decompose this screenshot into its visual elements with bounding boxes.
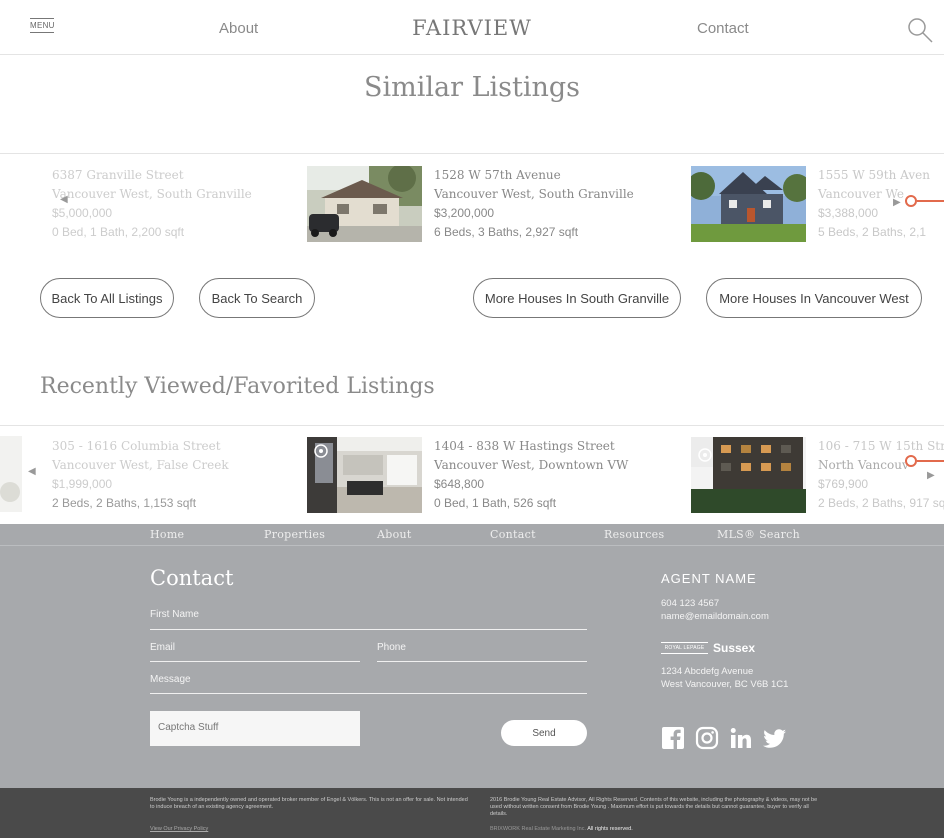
field-underline [377,661,587,662]
field-underline [150,661,360,662]
menu-button[interactable]: MENU [30,18,54,33]
footer-nav-mls-search[interactable]: MLS® Search [717,528,800,541]
footer-nav-contact[interactable]: Contact [490,528,536,541]
brokerage-name: Sussex [713,641,756,655]
more-houses-area-button[interactable]: More Houses In South Granville [473,278,681,318]
brand-text[interactable]: FAIRVIEW [412,16,532,40]
twitter-icon[interactable] [763,726,787,750]
carousel-prev-arrow-icon[interactable]: ◀ [60,194,68,205]
credit-suffix: All rights reserved. [587,826,633,832]
recently-viewed-title: Recently Viewed/Favorited Listings [40,374,435,399]
annotation-line [917,200,944,202]
field-underline [150,693,587,694]
listing-photo[interactable] [0,436,22,512]
privacy-policy-link[interactable]: View Our Privacy Policy [150,826,208,832]
send-button[interactable]: Send [501,720,587,746]
annotation-marker-icon [905,455,917,467]
more-houses-region-button[interactable]: More Houses In Vancouver West [706,278,922,318]
listing-address: 1528 W 57th Avenue [434,168,561,182]
site-footer: Home Properties About Contact Resources … [0,524,944,788]
listing-details: 5 Beds, 2 Baths, 2,1 [818,225,927,239]
captcha-box[interactable]: Captcha Stuff [150,711,360,746]
listing-price: $3,388,000 [818,206,879,220]
divider [0,153,944,154]
carousel-next-arrow-icon[interactable]: ▶ [893,197,901,208]
royal-lepage-logo: ROYAL LEPAGE [661,642,708,654]
credit-link[interactable]: BRIXWORK Real Estate Marketing Inc. [490,826,586,832]
listing-area: North Vancouv [818,458,909,472]
listing-area: Vancouver West, False Creek [52,458,229,472]
legal-disclaimer: Brodie Young is a independently owned an… [150,797,468,810]
agent-phone[interactable]: 604 123 4567 [661,598,719,609]
phone-field[interactable]: Phone [377,642,406,653]
annotation-marker-icon [905,195,917,207]
footer-nav-about[interactable]: About [377,528,412,541]
listing-details: 6 Beds, 3 Baths, 2,927 sqft [434,225,579,239]
listing-photo[interactable] [691,166,806,242]
agent-name: AGENT NAME [661,571,757,586]
listing-price: $3,200,000 [434,206,495,220]
listing-address: 1555 W 59th Aven [818,168,930,182]
listing-card[interactable]: 1528 W 57th Avenue Vancouver West, South… [434,166,634,242]
instagram-icon[interactable] [695,726,719,750]
listing-area: Vancouver West, South Granville [52,187,252,201]
footer-nav-properties[interactable]: Properties [264,528,325,541]
listing-photo[interactable] [691,437,806,513]
search-icon[interactable] [905,15,935,45]
listing-address: 6387 Granville Street [52,168,184,182]
listing-details: 2 Beds, 2 Baths, 917 sqf [818,496,944,510]
listing-address: 1404 - 838 W Hastings Street [434,439,615,453]
similar-listings-title: Similar Listings [363,72,581,103]
listing-card[interactable]: 6387 Granville Street Vancouver West, So… [52,166,252,242]
footer-nav-resources[interactable]: Resources [604,528,664,541]
listing-address: 106 - 715 W 15th Stree [818,439,944,453]
footer-contact-title: Contact [150,566,234,590]
listing-price: $5,000,000 [52,206,113,220]
first-name-field[interactable]: First Name [150,609,199,620]
listing-price: $648,800 [434,477,485,491]
back-to-search-button[interactable]: Back To Search [199,278,315,318]
agent-email[interactable]: name@emaildomain.com [661,611,769,622]
legal-credit: BRIXWORK Real Estate Marketing Inc. All … [490,826,820,833]
nav-contact-link[interactable]: Contact [697,20,749,37]
listing-card[interactable]: 305 - 1616 Columbia Street Vancouver Wes… [52,437,229,513]
brokerage-logo: ROYAL LEPAGE Sussex [661,641,755,655]
listing-details: 0 Bed, 1 Bath, 526 sqft [434,496,557,510]
nav-about-link[interactable]: About [219,20,258,37]
facebook-icon[interactable] [661,726,685,750]
message-field[interactable]: Message [150,674,191,685]
agent-address-line2: West Vancouver, BC V6B 1C1 [661,679,789,690]
annotation-line [917,460,944,462]
brand-logo: FAIRVIEW [0,16,944,40]
legal-copyright: 2016 Brodie Young Real Estate Advisor, A… [490,797,818,817]
divider [0,425,944,426]
field-underline [150,629,587,630]
listing-price: $769,900 [818,477,869,491]
email-field[interactable]: Email [150,642,175,653]
footer-nav-home[interactable]: Home [150,528,184,541]
footer-nav: Home Properties About Contact Resources … [0,524,944,546]
listing-card[interactable]: 106 - 715 W 15th Stree North Vancouv $76… [818,437,944,513]
agent-address-line1: 1234 Abcdefg Avenue [661,666,754,677]
legal-bar: Brodie Young is a independently owned an… [0,788,944,838]
listing-details: 0 Bed, 1 Bath, 2,200 sqft [52,225,185,239]
listing-photo[interactable] [307,166,422,242]
listing-area: Vancouver West, South Granville [434,187,634,201]
listing-card[interactable]: 1404 - 838 W Hastings Street Vancouver W… [434,437,628,513]
back-to-all-listings-button[interactable]: Back To All Listings [40,278,174,318]
carousel-prev-arrow-icon[interactable]: ◀ [28,466,36,477]
listing-photo[interactable] [307,437,422,513]
linkedin-icon[interactable] [729,726,753,750]
listing-address: 305 - 1616 Columbia Street [52,439,221,453]
listing-price: $1,999,000 [52,477,113,491]
listing-details: 2 Beds, 2 Baths, 1,153 sqft [52,496,197,510]
carousel-next-arrow-icon[interactable]: ▶ [927,470,935,481]
site-header: MENU About FAIRVIEW Contact [0,0,944,55]
listing-area: Vancouver West, Downtown VW [434,458,629,472]
